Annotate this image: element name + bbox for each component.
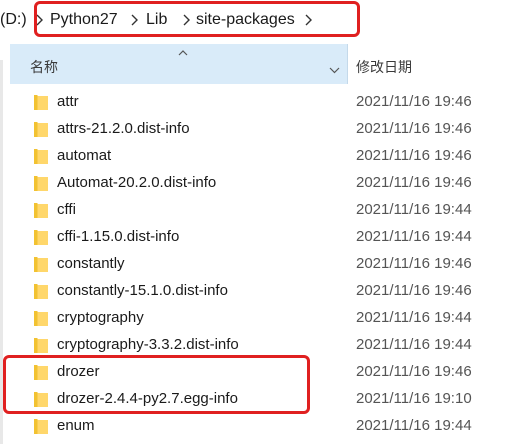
list-item[interactable]: attr 2021/11/16 19:46 (0, 89, 512, 116)
chevron-down-icon[interactable] (329, 61, 340, 79)
file-name: constantly (57, 255, 125, 272)
address-bar[interactable]: (D:) Python27 Lib site-packages (0, 0, 512, 42)
file-date: 2021/11/16 19:44 (356, 417, 472, 434)
name-column-header[interactable]: 名称 (10, 44, 348, 84)
list-item[interactable]: drozer 2021/11/16 19:46 (0, 359, 512, 386)
list-item[interactable]: constantly-15.1.0.dist-info 2021/11/16 1… (0, 278, 512, 305)
sort-up-icon (178, 43, 188, 61)
file-date: 2021/11/16 19:46 (356, 120, 472, 137)
list-item[interactable]: cryptography-3.3.2.dist-info 2021/11/16 … (0, 332, 512, 359)
file-name: attr (57, 93, 79, 110)
chevron-right-icon[interactable] (305, 14, 312, 26)
list-item[interactable]: attrs-21.2.0.dist-info 2021/11/16 19:46 (0, 116, 512, 143)
file-name: drozer-2.4.4-py2.7.egg-info (57, 390, 238, 407)
chevron-right-icon[interactable] (131, 14, 138, 26)
folder-icon (34, 338, 48, 353)
list-item[interactable]: cffi 2021/11/16 19:44 (0, 197, 512, 224)
file-name: cffi-1.15.0.dist-info (57, 228, 180, 245)
file-name: attrs-21.2.0.dist-info (57, 120, 190, 137)
list-item[interactable]: Automat-20.2.0.dist-info 2021/11/16 19:4… (0, 170, 512, 197)
folder-icon (34, 311, 48, 326)
folder-icon (34, 176, 48, 191)
file-name: Automat-20.2.0.dist-info (57, 174, 217, 191)
folder-icon (34, 203, 48, 218)
file-date: 2021/11/16 19:46 (356, 282, 472, 299)
file-date: 2021/11/16 19:46 (356, 147, 472, 164)
folder-icon (34, 257, 48, 272)
file-name: enum (57, 417, 95, 434)
list-item[interactable]: automat 2021/11/16 19:46 (0, 143, 512, 170)
folder-icon (34, 284, 48, 299)
folder-icon (34, 419, 48, 434)
list-item[interactable]: drozer-2.4.4-py2.7.egg-info 2021/11/16 1… (0, 386, 512, 413)
folder-icon (34, 122, 48, 137)
chevron-right-icon[interactable] (183, 14, 190, 26)
file-name: cryptography-3.3.2.dist-info (57, 336, 239, 353)
folder-icon (34, 149, 48, 164)
chevron-right-icon[interactable] (36, 14, 43, 26)
list-item[interactable]: constantly 2021/11/16 19:46 (0, 251, 512, 278)
file-date: 2021/11/16 19:44 (356, 228, 472, 245)
file-date: 2021/11/16 19:46 (356, 174, 472, 191)
breadcrumb-drive[interactable]: (D:) (0, 11, 27, 29)
file-date: 2021/11/16 19:44 (356, 336, 472, 353)
file-name: drozer (57, 363, 100, 380)
list-item[interactable]: cffi-1.15.0.dist-info 2021/11/16 19:44 (0, 224, 512, 251)
name-column-label: 名称 (30, 59, 58, 75)
list-item[interactable]: enum 2021/11/16 19:44 (0, 413, 512, 440)
file-name: automat (57, 147, 112, 164)
list-item[interactable]: cryptography 2021/11/16 19:44 (0, 305, 512, 332)
folder-icon (34, 365, 48, 380)
modified-column-header[interactable]: 修改日期 (356, 57, 412, 77)
breadcrumb-lib[interactable]: Lib (146, 11, 167, 29)
file-name: cffi (57, 201, 76, 218)
file-date: 2021/11/16 19:44 (356, 201, 472, 218)
breadcrumb-site-packages[interactable]: site-packages (196, 11, 295, 29)
folder-icon (34, 230, 48, 245)
file-date: 2021/11/16 19:10 (356, 390, 472, 407)
file-name: constantly-15.1.0.dist-info (57, 282, 228, 299)
file-date: 2021/11/16 19:46 (356, 363, 472, 380)
breadcrumb-python27[interactable]: Python27 (50, 11, 118, 29)
file-date: 2021/11/16 19:44 (356, 309, 472, 326)
file-name: cryptography (57, 309, 144, 326)
file-date: 2021/11/16 19:46 (356, 93, 472, 110)
file-date: 2021/11/16 19:46 (356, 255, 472, 272)
column-header: 名称 修改日期 (0, 42, 512, 86)
folder-icon (34, 392, 48, 407)
folder-icon (34, 95, 48, 110)
